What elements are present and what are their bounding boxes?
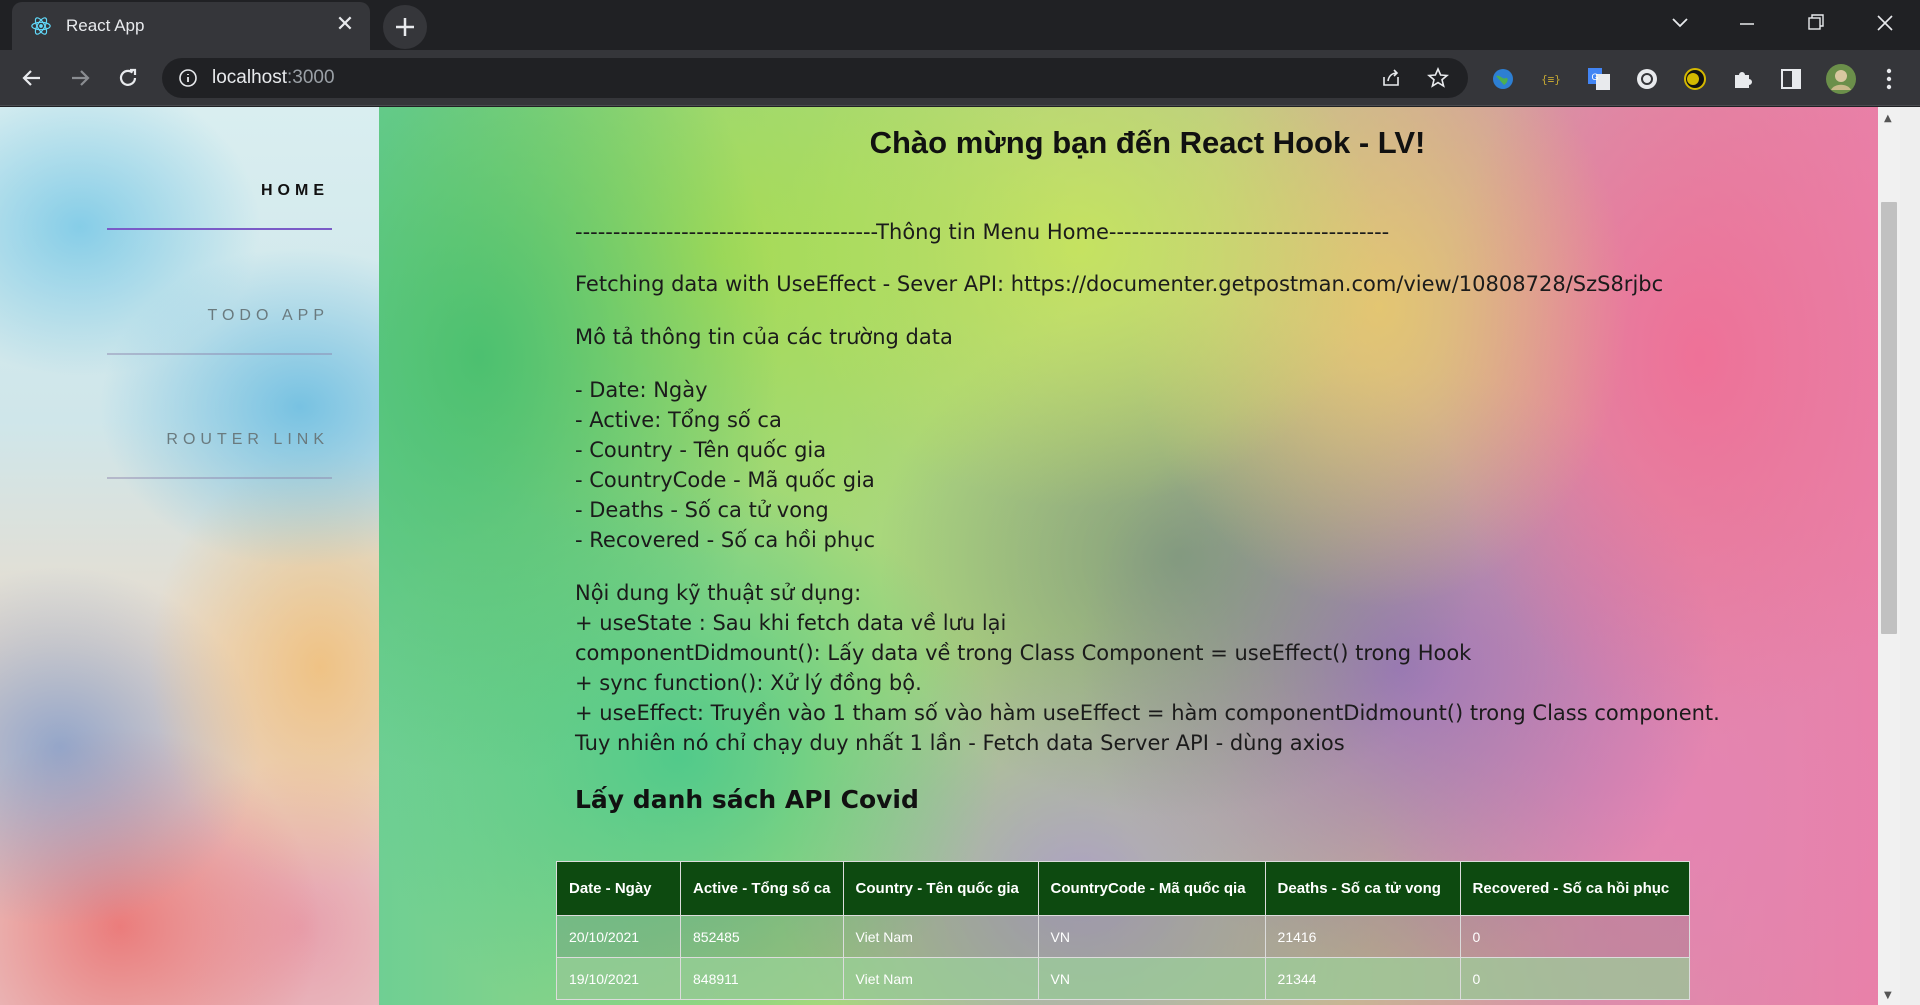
field-item: - Active: Tổng số ca [575, 408, 782, 432]
cell-recovered: 0 [1459, 957, 1690, 1000]
more-menu-icon[interactable] [1876, 66, 1902, 92]
sidebar-item-home[interactable]: HOME [261, 182, 329, 200]
profile-avatar[interactable] [1825, 63, 1857, 95]
cell-country: Viet Nam [842, 957, 1039, 1000]
menu-info-line: ----------------------------------------… [575, 220, 1390, 244]
puzzle-extensions-icon[interactable] [1730, 66, 1756, 92]
url-text: localhost:3000 [212, 67, 335, 88]
forward-arrow-icon[interactable] [64, 62, 96, 94]
cell-deaths: 21416 [1264, 915, 1461, 958]
column-header-country: Country - Tên quốc gia [842, 861, 1039, 916]
column-header-country-code: CountryCode - Mã quốc qia [1037, 861, 1266, 916]
page-viewport: HOME TODO APP ROUTER LINK Chào mừng bạn … [0, 107, 1920, 1005]
json-extension-icon[interactable]: {≡} [1538, 66, 1564, 92]
cell-recovered: 0 [1459, 915, 1690, 958]
sidebar-item-todo-app[interactable]: TODO APP [207, 307, 329, 325]
section-heading: Lấy danh sách API Covid [575, 785, 919, 814]
address-bar[interactable]: localhost:3000 [162, 58, 1468, 98]
cell-active: 848911 [680, 957, 844, 1000]
page-title: Chào mừng bạn đến React Hook - LV! [869, 125, 1426, 160]
field-item: - Country - Tên quốc gia [575, 438, 827, 462]
divider [107, 353, 332, 355]
cell-active: 852485 [680, 915, 844, 958]
vertical-scrollbar[interactable]: ▲ ▼ [1878, 107, 1900, 1005]
extension-circle-icon[interactable] [1634, 66, 1660, 92]
share-icon[interactable] [1380, 67, 1402, 89]
tab-search-icon[interactable] [1655, 6, 1705, 40]
cell-country-code: VN [1037, 915, 1266, 958]
field-item: - Deaths - Số ca tử vong [575, 498, 829, 522]
restore-icon[interactable] [1790, 6, 1840, 40]
tech-line: + sync function(): Xử lý đồng bộ. [575, 671, 922, 695]
table-row: 19/10/2021 848911 Viet Nam VN 21344 0 [556, 957, 1690, 1000]
plus-icon [396, 18, 414, 36]
field-item: - Date: Ngày [575, 378, 708, 402]
active-underline [107, 228, 332, 230]
tab-title: React App [66, 16, 145, 35]
svg-text:G: G [1591, 72, 1598, 82]
fields-intro: Mô tả thông tin của các trường data [575, 325, 953, 349]
table-row: 20/10/2021 852485 Viet Nam VN 21416 0 [556, 915, 1690, 958]
cell-country: Viet Nam [842, 915, 1039, 958]
field-item: - CountryCode - Mã quốc gia [575, 468, 875, 492]
react-logo-icon [31, 17, 51, 35]
field-item: - Recovered - Số ca hồi phục [575, 528, 876, 552]
scrollbar-thumb[interactable] [1881, 202, 1897, 634]
column-header-recovered: Recovered - Số ca hồi phục [1459, 861, 1690, 916]
side-panel-icon[interactable] [1778, 66, 1804, 92]
cell-date: 20/10/2021 [556, 915, 681, 958]
bookmark-star-icon[interactable] [1427, 67, 1449, 89]
divider [107, 477, 332, 479]
tech-line: componentDidmount(): Lấy data về trong C… [575, 641, 1472, 665]
column-header-active: Active - Tổng số ca [680, 861, 844, 916]
browser-toolbar: localhost:3000 {≡} G [0, 50, 1920, 106]
browser-tab-bar: React App ✕ [0, 0, 1920, 50]
column-header-date: Date - Ngày [556, 861, 681, 916]
covid-table: Date - Ngày Active - Tổng số ca Country … [556, 861, 1690, 1000]
fetch-info-text: Fetching data with UseEffect - Sever API… [575, 272, 1664, 296]
translate-extension-icon[interactable]: G [1586, 66, 1612, 92]
site-info-icon[interactable] [178, 68, 198, 88]
dark-mode-extension-icon[interactable] [1682, 66, 1708, 92]
svg-text:{≡}: {≡} [1541, 73, 1561, 86]
browser-tab[interactable]: React App ✕ [12, 2, 370, 50]
tech-line: Tuy nhiên nó chỉ chạy duy nhất 1 lần - F… [575, 731, 1345, 755]
sidebar-item-router-link[interactable]: ROUTER LINK [166, 431, 329, 449]
cell-date: 19/10/2021 [556, 957, 681, 1000]
cell-country-code: VN [1037, 957, 1266, 1000]
minimize-icon[interactable] [1722, 6, 1772, 40]
scroll-up-arrow-icon[interactable]: ▲ [1884, 113, 1892, 124]
close-tab-icon[interactable]: ✕ [332, 12, 358, 38]
table-header-row: Date - Ngày Active - Tổng số ca Country … [556, 861, 1690, 916]
globe-extension-icon[interactable] [1490, 66, 1516, 92]
close-window-icon[interactable] [1860, 6, 1910, 40]
main-content: Chào mừng bạn đến React Hook - LV! -----… [379, 107, 1900, 1005]
tech-line: + useEffect: Truyền vào 1 tham số vào hà… [575, 701, 1720, 725]
sidebar: HOME TODO APP ROUTER LINK [0, 107, 379, 1005]
new-tab-button[interactable] [383, 5, 427, 49]
cell-deaths: 21344 [1264, 957, 1461, 1000]
tech-line: + useState : Sau khi fetch data về lưu l… [575, 611, 1007, 635]
back-arrow-icon[interactable] [16, 62, 48, 94]
tech-line: Nội dung kỹ thuật sử dụng: [575, 581, 862, 605]
scroll-down-arrow-icon[interactable]: ▼ [1884, 990, 1892, 1001]
reload-icon[interactable] [112, 62, 144, 94]
column-header-deaths: Deaths - Số ca tử vong [1264, 861, 1461, 916]
